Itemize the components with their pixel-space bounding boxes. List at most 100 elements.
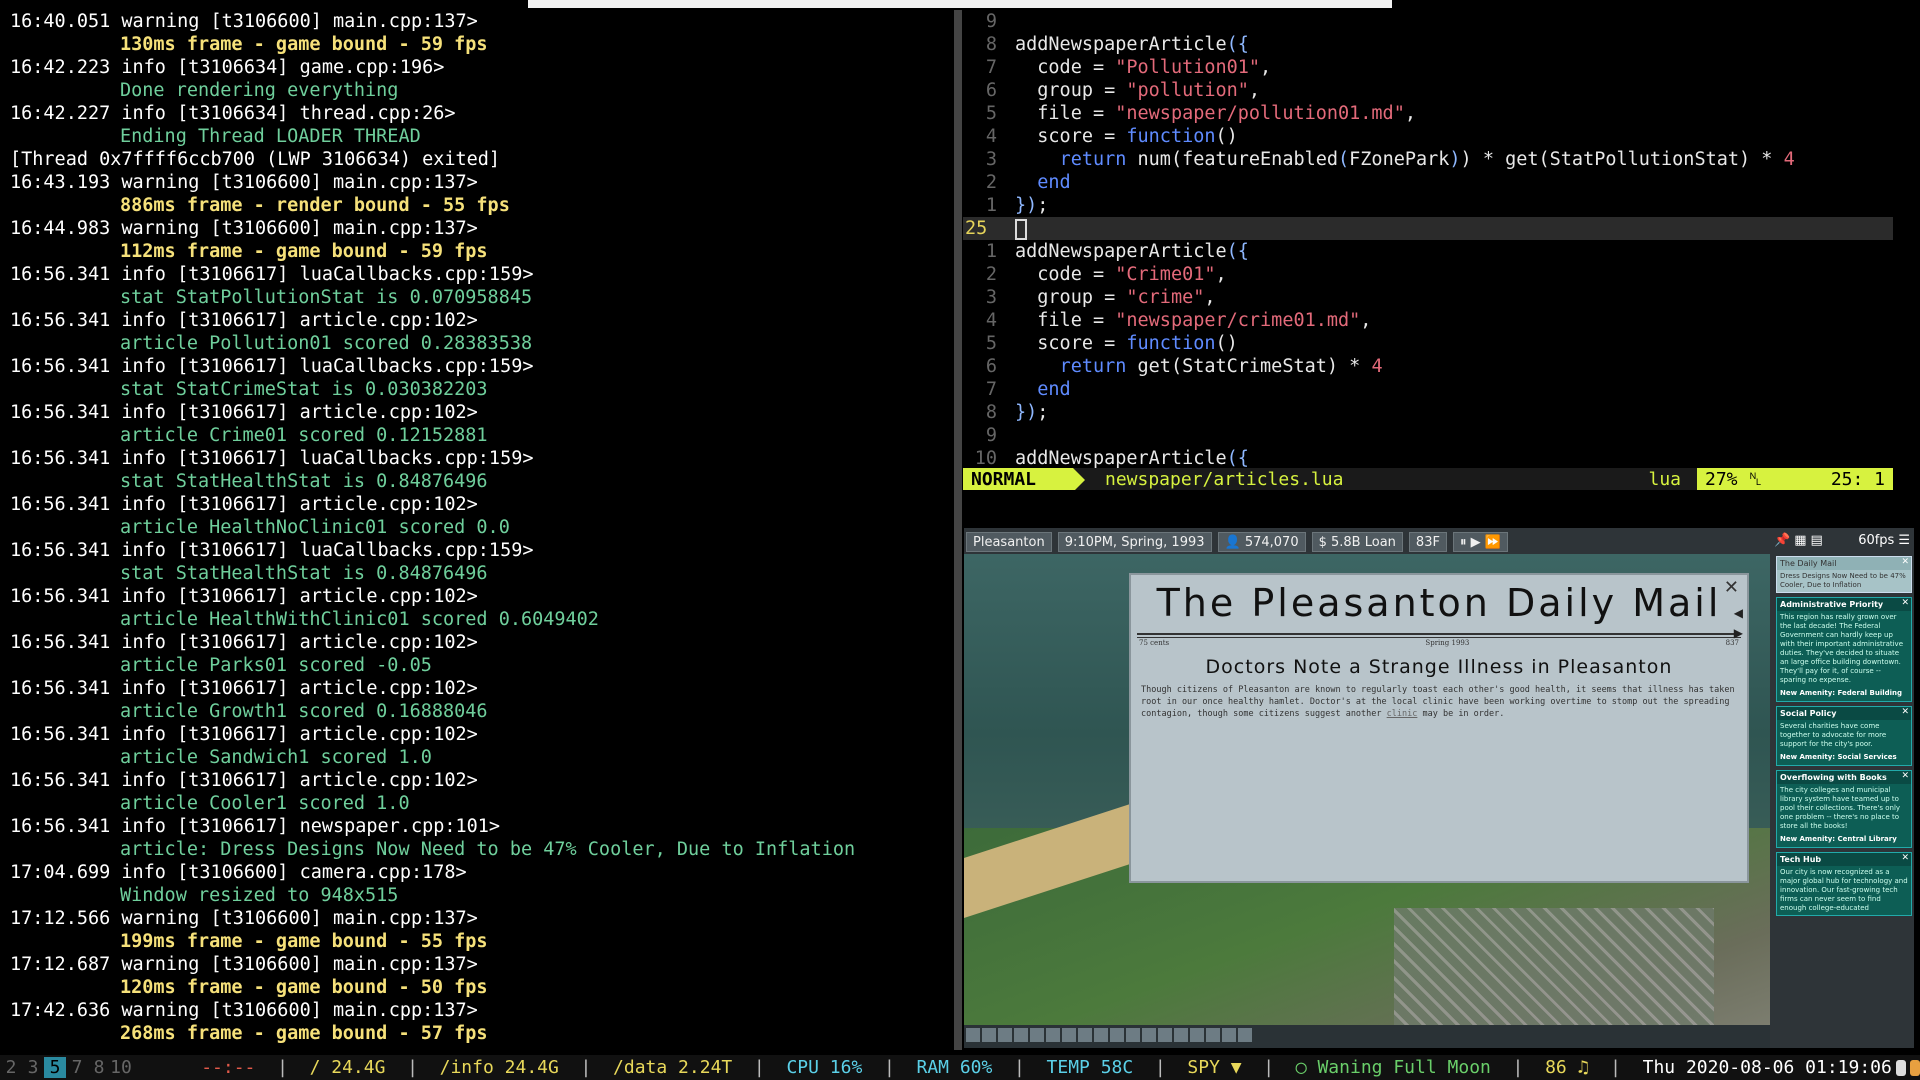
- next-page-icon[interactable]: ▶: [1734, 623, 1743, 643]
- code-line[interactable]: 5 score = function(): [963, 332, 1893, 355]
- code-text[interactable]: end: [1003, 378, 1070, 401]
- code-line[interactable]: 8});: [963, 401, 1893, 424]
- code-text[interactable]: return num(featureEnabled(FZonePark)) * …: [1003, 148, 1795, 171]
- notification-card[interactable]: The Daily Mail ✕ Dress Designs Now Need to…: [1776, 556, 1912, 593]
- grid-icon[interactable]: ▦: [1794, 533, 1806, 548]
- pin-icon[interactable]: 📌: [1774, 533, 1790, 548]
- code-line[interactable]: 4 score = function(): [963, 125, 1893, 148]
- volume[interactable]: 86 ♫: [1545, 1057, 1588, 1078]
- code-line[interactable]: 7 end: [963, 378, 1893, 401]
- code-text[interactable]: addNewspaperArticle({: [1003, 240, 1249, 263]
- tool-icon[interactable]: [966, 1028, 980, 1042]
- game-window[interactable]: Pleasanton 9:10PM, Spring, 1993 👤 574,07…: [964, 528, 1914, 1048]
- tool-icon[interactable]: [1238, 1028, 1252, 1042]
- workspace-button[interactable]: 5: [44, 1057, 66, 1078]
- workspace-button[interactable]: 3: [22, 1057, 44, 1078]
- code-line[interactable]: 10 addNewspaperArticle({: [963, 447, 1893, 470]
- notification-card[interactable]: Tech Hub ✕ Our city is now recognized as a…: [1776, 852, 1912, 916]
- tool-icon[interactable]: [982, 1028, 996, 1042]
- code-line[interactable]: 1 addNewspaperArticle({: [963, 240, 1893, 263]
- code-text[interactable]: [1003, 10, 1015, 33]
- close-icon[interactable]: ✕: [1901, 853, 1909, 863]
- code-text[interactable]: code = "Crime01",: [1003, 263, 1226, 286]
- tool-icon[interactable]: [998, 1028, 1012, 1042]
- tool-icon[interactable]: [1094, 1028, 1108, 1042]
- tool-icon[interactable]: [1030, 1028, 1044, 1042]
- code-buffer[interactable]: 9 8 addNewspaperArticle({7 code = "Polluti…: [963, 10, 1893, 470]
- menu-icon[interactable]: ☰: [1898, 533, 1910, 548]
- log-header-line: 16:56.341 info [t3106617] article.cpp:10…: [10, 724, 478, 745]
- code-line[interactable]: 2 end: [963, 171, 1893, 194]
- tool-icon[interactable]: [1190, 1028, 1204, 1042]
- chart-icon[interactable]: ▤: [1810, 533, 1822, 548]
- vim-filetype: lua: [1648, 469, 1681, 490]
- vim-editor-pane[interactable]: 9 8 addNewspaperArticle({7 code = "Polluti…: [963, 10, 1893, 490]
- code-text[interactable]: group = "crime",: [1003, 286, 1215, 309]
- close-icon[interactable]: ✕: [1901, 707, 1909, 717]
- vim-mode: NORMAL: [963, 468, 1073, 490]
- prev-page-icon[interactable]: ◀: [1734, 603, 1743, 623]
- notification-card[interactable]: Administrative Priority ✕ This region has …: [1776, 597, 1912, 702]
- tool-icon[interactable]: [1078, 1028, 1092, 1042]
- code-text[interactable]: end: [1003, 171, 1070, 194]
- close-icon[interactable]: ✕: [1901, 557, 1909, 567]
- code-text[interactable]: group = "pollution",: [1003, 79, 1260, 102]
- code-text[interactable]: code = "Pollution01",: [1003, 56, 1271, 79]
- code-text[interactable]: score = function(): [1003, 125, 1238, 148]
- workspace-button[interactable]: 7: [66, 1057, 88, 1078]
- code-text[interactable]: addNewspaperArticle({: [1003, 33, 1249, 56]
- workspace-button[interactable]: 8: [88, 1057, 110, 1078]
- code-line[interactable]: 3 return num(featureEnabled(FZonePark)) …: [963, 148, 1893, 171]
- code-text[interactable]: file = "newspaper/pollution01.md",: [1003, 102, 1416, 125]
- close-icon[interactable]: ✕: [1901, 771, 1909, 781]
- story-link[interactable]: clinic: [1387, 709, 1418, 719]
- notification-card[interactable]: Overflowing with Books ✕ The city colleges…: [1776, 770, 1912, 848]
- money-button[interactable]: $ 5.8B Loan: [1311, 532, 1403, 552]
- code-text[interactable]: });: [1003, 194, 1048, 217]
- code-line[interactable]: 9: [963, 10, 1893, 33]
- code-line[interactable]: 8 addNewspaperArticle({: [963, 33, 1893, 56]
- pause-icon[interactable]: ⏸: [1460, 535, 1467, 550]
- tray-icon[interactable]: [1909, 1059, 1920, 1076]
- workspace-button[interactable]: 2: [0, 1057, 22, 1078]
- code-line[interactable]: 6 return get(StatCrimeStat) * 4: [963, 355, 1893, 378]
- city-name[interactable]: Pleasanton: [966, 532, 1052, 552]
- code-text[interactable]: [1003, 424, 1015, 447]
- tool-icon[interactable]: [1062, 1028, 1076, 1042]
- tool-icon[interactable]: [1174, 1028, 1188, 1042]
- tool-icon[interactable]: [1046, 1028, 1060, 1042]
- pane-divider[interactable]: [954, 10, 962, 1050]
- code-line[interactable]: 4 file = "newspaper/crime01.md",: [963, 309, 1893, 332]
- discord-tray-icon[interactable]: [1895, 1059, 1906, 1076]
- play-icon[interactable]: ▶: [1471, 535, 1481, 550]
- notification-cards: The Daily Mail ✕ Dress Designs Now Need to…: [1770, 556, 1914, 916]
- close-icon[interactable]: ✕: [1724, 577, 1739, 598]
- code-text[interactable]: [1003, 217, 1027, 240]
- tool-icon[interactable]: [1158, 1028, 1172, 1042]
- code-line[interactable]: 7 code = "Pollution01",: [963, 56, 1893, 79]
- code-text[interactable]: score = function(): [1003, 332, 1238, 355]
- terminal-log-pane[interactable]: 16:40.051 warning [t3106600] main.cpp:13…: [0, 10, 952, 1050]
- close-icon[interactable]: ✕: [1901, 598, 1909, 608]
- code-line[interactable]: 6 group = "pollution",: [963, 79, 1893, 102]
- code-line[interactable]: 5 file = "newspaper/pollution01.md",: [963, 102, 1893, 125]
- tool-icon[interactable]: [1206, 1028, 1220, 1042]
- fast-icon[interactable]: ⏩: [1485, 535, 1501, 550]
- code-text[interactable]: return get(StatCrimeStat) * 4: [1003, 355, 1383, 378]
- workspace-button[interactable]: 10: [110, 1057, 132, 1078]
- code-text[interactable]: file = "newspaper/crime01.md",: [1003, 309, 1371, 332]
- tool-icon[interactable]: [1142, 1028, 1156, 1042]
- code-text[interactable]: });: [1003, 401, 1048, 424]
- code-line[interactable]: 2 code = "Crime01",: [963, 263, 1893, 286]
- tool-icon[interactable]: [1110, 1028, 1124, 1042]
- notification-card[interactable]: Social Policy ✕ Several charities have com…: [1776, 706, 1912, 766]
- speed-controls[interactable]: ⏸ ▶ ⏩: [1452, 532, 1508, 552]
- tool-icon[interactable]: [1014, 1028, 1028, 1042]
- code-line[interactable]: 25: [963, 217, 1893, 240]
- code-line[interactable]: 1});: [963, 194, 1893, 217]
- code-line[interactable]: 9: [963, 424, 1893, 447]
- code-text[interactable]: addNewspaperArticle({: [1003, 447, 1249, 470]
- code-line[interactable]: 3 group = "crime",: [963, 286, 1893, 309]
- tool-icon[interactable]: [1126, 1028, 1140, 1042]
- tool-icon[interactable]: [1222, 1028, 1236, 1042]
